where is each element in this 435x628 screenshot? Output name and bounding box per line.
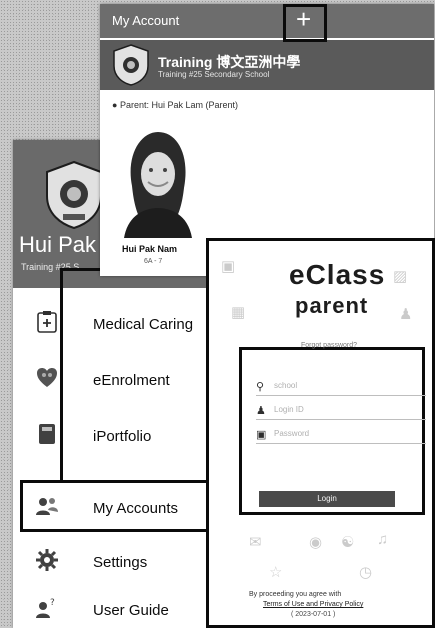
child-name: Hui Pak Nam bbox=[122, 244, 178, 254]
drawer-user-name: Hui Pak bbox=[19, 232, 97, 257]
school-crest-small-logo bbox=[113, 44, 149, 86]
settings-gear-icon bbox=[33, 546, 61, 574]
menu-label-eenrolment: eEnrolment bbox=[93, 372, 170, 389]
bg-pattern-star-icon: ☆ bbox=[269, 564, 283, 581]
terms-date: ( 2023-07-01 ) bbox=[291, 611, 336, 618]
menu-label-medical-caring: Medical Caring bbox=[93, 316, 194, 333]
bg-pattern-grid-icon: ▨ bbox=[393, 268, 408, 285]
password-field[interactable]: ▣ Password bbox=[256, 428, 426, 444]
terms-intro-text: By proceeding you agree with bbox=[249, 591, 342, 598]
bg-pattern-person-icon: ♟ bbox=[399, 306, 413, 323]
bg-pattern-book-icon: ▦ bbox=[231, 304, 246, 321]
bg-pattern-music-icon: ♫ bbox=[377, 531, 389, 548]
school-name-sub: Training #25 Secondary School bbox=[158, 70, 270, 79]
eclass-parent-login-screen: ▣ ▦ ▨ ♟ ✉ ◉ ☯ ♫ ☆ ◷ eClass parent ⚲ scho… bbox=[206, 238, 435, 628]
eclass-logo-line1: eClass bbox=[289, 259, 386, 290]
bg-pattern-runner-icon: ☯ bbox=[341, 534, 355, 551]
eenrolment-icon bbox=[33, 364, 61, 392]
my-account-title: My Account bbox=[112, 13, 180, 28]
bg-pattern-mail-icon: ✉ bbox=[249, 534, 262, 551]
user-icon: ♟ bbox=[256, 405, 266, 417]
school-crest-logo bbox=[46, 160, 102, 230]
parent-name: Parent: Hui Pak Lam (Parent) bbox=[119, 100, 238, 110]
svg-text:?: ? bbox=[50, 598, 55, 608]
iportfolio-icon bbox=[33, 420, 61, 448]
terms-privacy-links[interactable]: Terms of Use and Privacy Policy bbox=[263, 601, 363, 608]
add-account-button[interactable]: + bbox=[296, 4, 311, 35]
forgot-password-link[interactable]: Forgot password? bbox=[301, 342, 357, 349]
login-form-box: ⚲ school ♟ Login ID ▣ Password bbox=[239, 347, 426, 515]
callout-line-vertical bbox=[60, 270, 63, 482]
search-icon: ⚲ bbox=[256, 381, 265, 393]
child-photo[interactable] bbox=[118, 126, 198, 238]
my-accounts-highlight-box bbox=[20, 480, 210, 532]
login-id-field[interactable]: ♟ Login ID bbox=[256, 404, 426, 420]
menu-label-user-guide: User Guide bbox=[93, 602, 169, 619]
password-placeholder: Password bbox=[274, 429, 310, 438]
login-button[interactable]: Login bbox=[259, 491, 395, 507]
bg-pattern-globe-icon: ◉ bbox=[309, 534, 323, 551]
eclass-logo-line2: parent bbox=[295, 293, 369, 318]
medical-caring-icon bbox=[33, 308, 61, 336]
login-id-placeholder: Login ID bbox=[274, 405, 304, 414]
bg-pattern-calendar-icon: ▣ bbox=[221, 258, 236, 275]
parent-user-icon: ● bbox=[112, 100, 120, 110]
parent-name-line: ● Parent: Hui Pak Lam (Parent) bbox=[112, 100, 238, 110]
school-name: Training 博文亞洲中學 bbox=[158, 54, 301, 70]
lock-icon: ▣ bbox=[256, 429, 267, 441]
school-placeholder: school bbox=[274, 381, 298, 390]
my-account-screen: My Account Training 博文亞洲中學 Training #25 … bbox=[100, 4, 434, 276]
menu-label-settings: Settings bbox=[93, 554, 148, 571]
menu-label-iportfolio: iPortfolio bbox=[93, 428, 152, 445]
school-field[interactable]: ⚲ school bbox=[256, 380, 426, 396]
user-guide-icon: ? bbox=[33, 594, 61, 622]
bg-pattern-clock-icon: ◷ bbox=[359, 564, 373, 581]
child-class: 6A - 7 bbox=[144, 258, 163, 265]
